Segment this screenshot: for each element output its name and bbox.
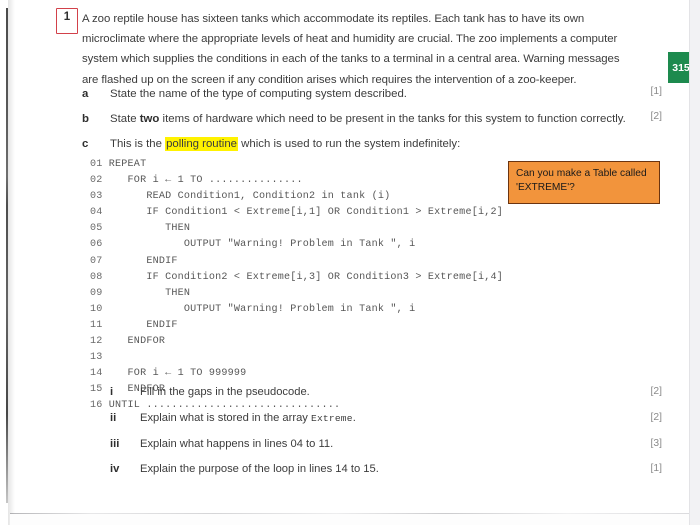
pseudocode-listing: 01 REPEAT 02 FOR i ← 1 TO ..............…: [90, 157, 503, 415]
pseudocode-line: 08 IF Condition2 < Extreme[i,3] OR Condi…: [90, 272, 503, 283]
question-number: 1: [63, 11, 71, 23]
pseudocode-line: 14 FOR i ← 1 TO 999999: [90, 368, 246, 379]
pseudocode-line-code: THEN: [108, 287, 191, 299]
pseudocode-line-code: THEN: [108, 223, 191, 235]
part-c-text-before: This is the: [110, 138, 166, 150]
pseudocode-line-code: OUTPUT "Warning! Problem in Tank ", i: [108, 303, 416, 315]
pseudocode-line: 09 THEN: [90, 288, 190, 299]
pseudocode-line-number: 15: [90, 384, 109, 396]
book-gutter-gradient: [8, 0, 15, 525]
pseudocode-line-number: 08: [90, 271, 109, 283]
part-c-text-after: which is used to run the system indefini…: [238, 138, 461, 150]
part-c-letter: c: [82, 138, 89, 150]
subpart-iii-text: Explain what happens in lines 04 to 11.: [140, 438, 334, 450]
pseudocode-line-number: 03: [90, 191, 109, 203]
subpart-i-numeral: i: [110, 386, 114, 398]
pseudocode-line-number: 10: [90, 303, 109, 315]
pseudocode-line-code: FOR i ← 1 TO ...............: [108, 175, 303, 187]
pseudocode-line-number: 13: [90, 352, 109, 364]
question-stem: A zoo reptile house has sixteen tanks wh…: [82, 13, 620, 86]
pseudocode-line: 11 ENDIF: [90, 320, 178, 331]
subpart-ii-array-name: Extreme: [311, 413, 353, 424]
subpart-ii-text-after: .: [352, 412, 356, 424]
pseudocode-line-number: 12: [90, 336, 109, 348]
pseudocode-line-code: ENDIF: [108, 255, 178, 267]
pseudocode-line-code: IF Condition2 < Extreme[i,3] OR Conditio…: [108, 271, 503, 283]
pseudocode-line: 01 REPEAT: [90, 159, 146, 170]
subpart-ii-text: Explain what is stored in the array Extr…: [140, 412, 640, 424]
subpart-iv-marks: [1]: [650, 463, 662, 474]
pseudocode-line-number: 11: [90, 319, 109, 331]
part-b-text-after: items of hardware which need to be prese…: [159, 113, 626, 125]
part-b-bold-word: two: [139, 113, 160, 125]
pseudocode-line-number: 02: [90, 175, 109, 187]
pseudocode-line-code: REPEAT: [108, 159, 147, 170]
subpart-iii-marks: [3]: [650, 438, 662, 449]
pseudocode-line: 02 FOR i ← 1 TO ...............: [90, 175, 303, 186]
subpart-iii-numeral: iii: [110, 438, 120, 450]
pseudocode-line-number: 05: [90, 223, 109, 235]
page-bottom-edge-line: [10, 513, 690, 514]
pseudocode-line: 07 ENDIF: [90, 256, 178, 267]
pseudocode-line-number: 06: [90, 239, 109, 251]
pseudocode-line-code: IF Condition1 < Extreme[i,1] OR Conditio…: [108, 207, 503, 219]
part-b-marks: [2]: [650, 111, 662, 122]
pseudocode-line: 03 READ Condition1, Condition2 in tank (…: [90, 191, 390, 202]
pseudocode-line: 10 OUTPUT "Warning! Problem in Tank ", i: [90, 304, 415, 315]
subpart-ii-numeral: ii: [110, 412, 117, 424]
scanned-textbook-page: 1 A zoo reptile house has sixteen tanks …: [0, 0, 700, 525]
pseudocode-line: 12 ENDFOR: [90, 336, 165, 347]
pseudocode-line-number: 01: [90, 159, 109, 170]
page-right-edge: [689, 0, 700, 525]
pseudocode-line-code: ENDFOR: [108, 336, 166, 348]
pseudocode-line: 13: [90, 352, 109, 363]
part-b-text: State two items of hardware which need t…: [110, 111, 630, 127]
subpart-iv-text: Explain the purpose of the loop in lines…: [140, 463, 379, 475]
highlighted-term: polling routine: [165, 137, 239, 151]
pseudocode-line-number: 14: [90, 368, 109, 380]
pseudocode-line-number: 04: [90, 207, 109, 219]
part-a-marks: [1]: [650, 86, 662, 97]
part-b-text-before: State: [110, 113, 140, 125]
pseudocode-line-code: UNTIL ...............................: [108, 400, 341, 412]
pseudocode-line-number: 16: [90, 400, 109, 412]
subpart-ii-marks: [2]: [650, 412, 662, 423]
subpart-i-marks: [2]: [650, 386, 662, 397]
pseudocode-line-number: 07: [90, 255, 109, 267]
subpart-iv-numeral: iv: [110, 463, 120, 475]
subpart-i-text: Fill in the gaps in the pseudocode.: [140, 386, 310, 398]
pseudocode-line: 16 UNTIL ...............................: [90, 400, 340, 411]
pseudocode-line: 04 IF Condition1 < Extreme[i,1] OR Condi…: [90, 207, 503, 218]
pseudocode-line-number: 09: [90, 287, 109, 299]
part-a-text: State the name of the type of computing …: [110, 88, 407, 100]
pseudocode-line: 05 THEN: [90, 223, 190, 234]
part-b-letter: b: [82, 113, 89, 125]
pseudocode-line-code: FOR i ← 1 TO 999999: [108, 368, 247, 380]
part-a-letter: a: [82, 88, 89, 100]
pseudocode-line: 06 OUTPUT "Warning! Problem in Tank ", i: [90, 239, 415, 250]
subpart-ii-text-before: Explain what is stored in the array: [140, 412, 312, 424]
pseudocode-line-code: ENDIF: [108, 319, 178, 331]
page-bottom-margin: [10, 514, 690, 525]
part-c-text: This is the polling routine which is use…: [110, 136, 630, 152]
pseudocode-line-code: OUTPUT "Warning! Problem in Tank ", i: [108, 239, 416, 251]
pseudocode-line-code: READ Condition1, Condition2 in tank (i): [108, 191, 391, 203]
annotation-callout: Can you make a Table called 'EXTREME'?: [508, 161, 660, 204]
